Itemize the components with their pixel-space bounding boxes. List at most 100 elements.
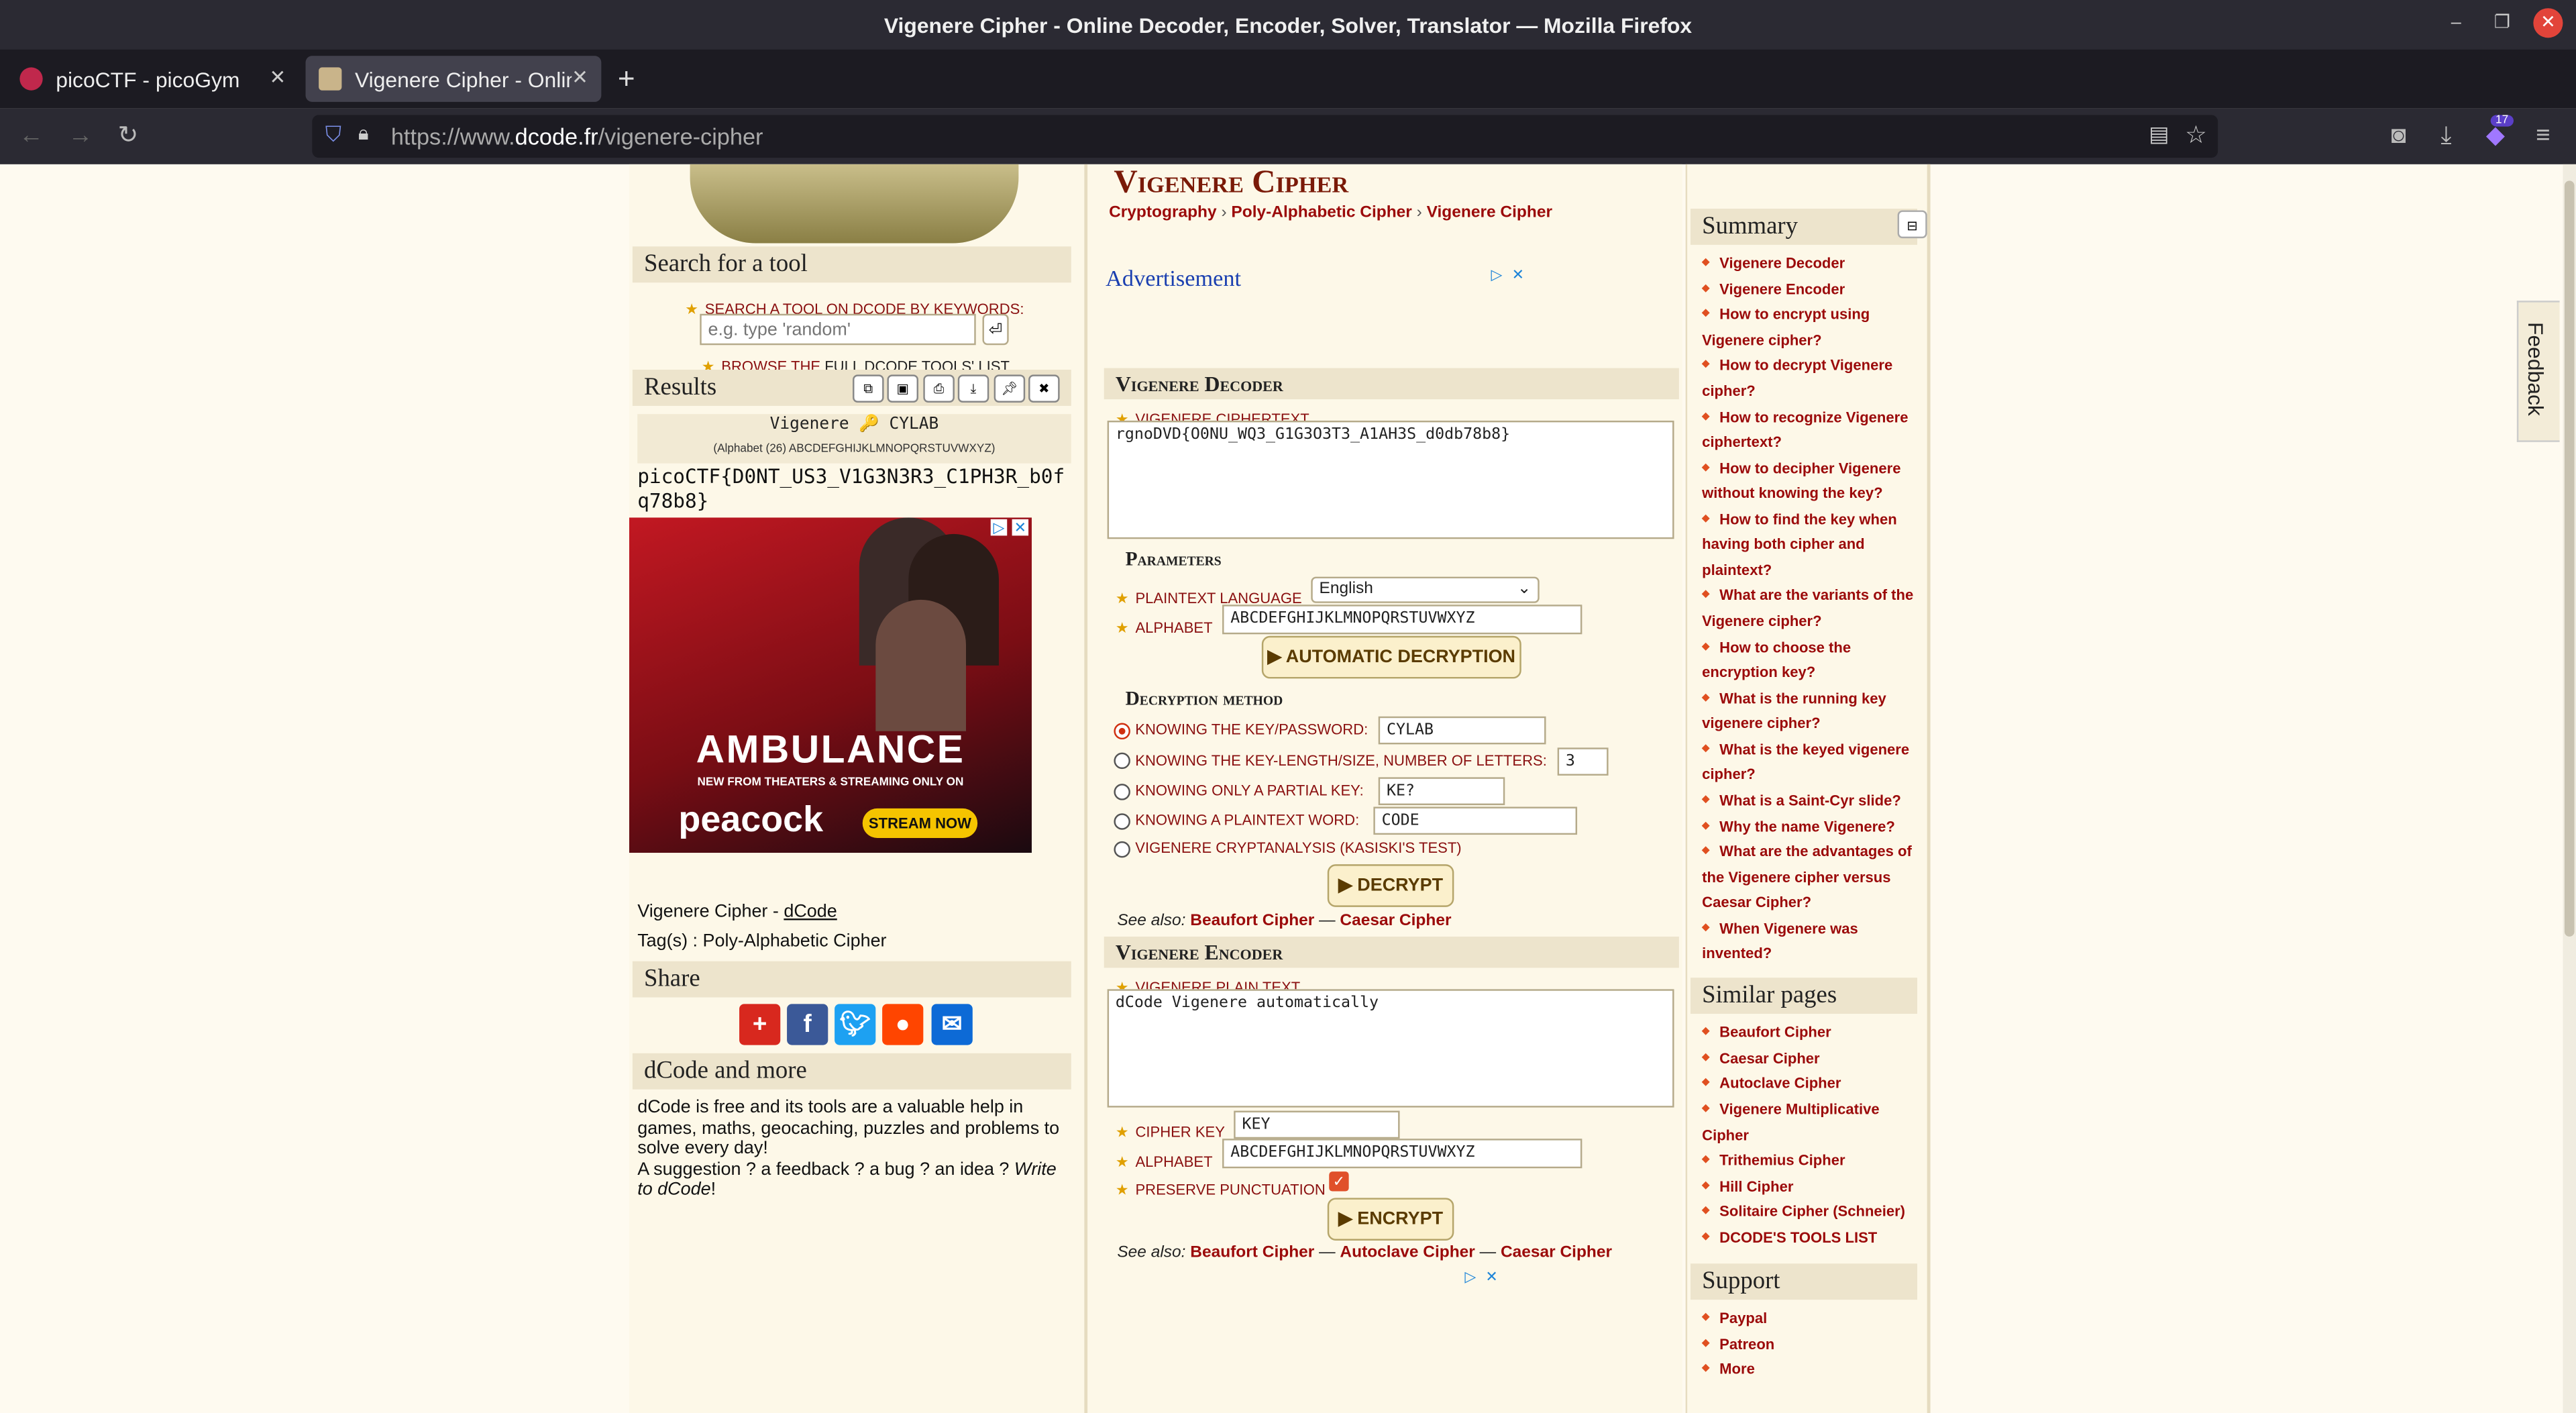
pocket-icon[interactable]: ◙ <box>2382 121 2415 151</box>
similar-item[interactable]: Autoclave Cipher <box>1702 1071 1919 1097</box>
copy-icon[interactable]: ⧉ <box>853 374 884 403</box>
facebook-icon[interactable]: f <box>787 1004 828 1045</box>
ad-close-icon[interactable]: ✕ <box>1483 1269 1499 1285</box>
download-icon[interactable]: ⤓ <box>957 374 989 403</box>
reddit-icon[interactable]: ● <box>882 1004 924 1045</box>
back-icon[interactable]: ← <box>15 121 48 151</box>
method-key-radio[interactable] <box>1114 723 1130 740</box>
share-add-icon[interactable]: + <box>739 1004 781 1045</box>
adchoices-icon[interactable]: ▷ <box>990 519 1008 536</box>
email-icon[interactable]: ✉ <box>931 1004 973 1045</box>
share-header: Share <box>632 961 1071 998</box>
language-select[interactable]: English ⌄ <box>1311 576 1540 603</box>
see-also-beaufort-link[interactable]: Beaufort Cipher <box>1190 1244 1314 1262</box>
twitter-icon[interactable]: 🐦︎ <box>835 1004 876 1045</box>
cipher-key-input[interactable]: KEY <box>1234 1110 1400 1139</box>
tab-vigenere[interactable]: Vigenere Cipher - Online ✕ <box>305 56 602 102</box>
minimize-icon[interactable]: – <box>2441 8 2471 38</box>
close-results-icon[interactable]: ✖ <box>1028 374 1060 403</box>
lock-icon[interactable]: 🔒︎ <box>358 121 369 146</box>
close-tab-icon[interactable]: ✕ <box>269 66 286 89</box>
plaintext-textarea[interactable] <box>1107 989 1674 1108</box>
forward-icon[interactable]: → <box>64 121 97 151</box>
similar-item[interactable]: DCODE'S TOOLS LIST <box>1702 1226 1919 1251</box>
keylength-input[interactable]: 3 <box>1557 747 1609 776</box>
ad-close-icon[interactable]: ✕ <box>1012 519 1029 536</box>
summary-item[interactable]: Vigenere Encoder <box>1702 277 1919 303</box>
tab-picoctf[interactable]: picoCTF - picoGym ✕ <box>7 56 299 102</box>
hamburger-menu-icon[interactable]: ≡ <box>2527 121 2560 151</box>
ad-close-icon[interactable]: ✕ <box>1510 266 1526 282</box>
print-icon[interactable]: ⎙ <box>923 374 955 403</box>
key-input[interactable]: CYLAB <box>1378 716 1546 745</box>
downloads-icon[interactable]: ⤓ <box>2430 121 2463 151</box>
summary-item[interactable]: How to recognize Vigenere ciphertext? <box>1702 405 1919 456</box>
plaintext-word-input[interactable]: CODE <box>1373 806 1578 835</box>
partial-key-input[interactable]: KE? <box>1378 777 1505 806</box>
summary-item[interactable]: What is a Saint-Cyr slide? <box>1702 788 1919 814</box>
encrypt-button[interactable]: ▶ ENCRYPT <box>1327 1198 1454 1241</box>
pin-icon[interactable]: 📌︎ <box>994 374 1026 403</box>
similar-item[interactable]: Vigenere Multiplicative Cipher <box>1702 1098 1919 1149</box>
summary-item[interactable]: How to encrypt using Vigenere cipher? <box>1702 303 1919 354</box>
alphabet-input[interactable]: ABCDEFGHIJKLMNOPQRSTUVWXYZ <box>1222 605 1582 635</box>
ad-subtitle: NEW FROM THEATERS & STREAMING ONLY ON <box>697 777 964 789</box>
search-tool-input[interactable] <box>700 313 976 346</box>
reload-icon[interactable]: ↻ <box>112 121 145 151</box>
summary-item[interactable]: What are the advantages of the Vigenere … <box>1702 840 1919 917</box>
close-tab-icon[interactable]: ✕ <box>572 66 588 89</box>
method-keylength-radio[interactable] <box>1114 752 1130 770</box>
reader-view-icon[interactable]: ▤ <box>2149 121 2169 148</box>
summary-item[interactable]: What is the running key vigenere cipher? <box>1702 686 1919 737</box>
dcode-link[interactable]: dCode <box>784 902 837 922</box>
support-paypal-link[interactable]: Paypal <box>1702 1306 1919 1332</box>
breadcrumb-vigenere[interactable]: Vigenere Cipher <box>1427 204 1552 222</box>
automatic-decryption-button[interactable]: ▶ AUTOMATIC DECRYPTION <box>1261 635 1521 679</box>
method-kasiski-radio[interactable] <box>1114 841 1130 858</box>
breadcrumb-poly-alphabetic[interactable]: Poly-Alphabetic Cipher <box>1231 204 1411 222</box>
see-also-caesar-link[interactable]: Caesar Cipher <box>1340 912 1451 930</box>
url-bar[interactable]: ⛉ 🔒︎ https://www.dcode.fr/vigenere-ciphe… <box>312 115 2218 158</box>
similar-item[interactable]: Solitaire Cipher (Schneier) <box>1702 1200 1919 1225</box>
ad-cta-button[interactable]: STREAM NOW <box>862 808 978 838</box>
summary-item[interactable]: How to decipher Vigenere without knowing… <box>1702 456 1919 507</box>
preserve-punctuation-checkbox[interactable]: ✓ <box>1329 1171 1349 1192</box>
method-partial-radio[interactable] <box>1114 784 1130 800</box>
ciphertext-textarea[interactable] <box>1107 420 1674 539</box>
breadcrumb-cryptography[interactable]: Cryptography <box>1109 204 1217 222</box>
advertisement-banner[interactable]: AMBULANCE NEW FROM THEATERS & STREAMING … <box>629 517 1032 853</box>
similar-item[interactable]: Hill Cipher <box>1702 1174 1919 1200</box>
similar-item[interactable]: Beaufort Cipher <box>1702 1020 1919 1046</box>
summary-item[interactable]: What are the variants of the Vigenere ci… <box>1702 584 1919 635</box>
see-also-caesar-link[interactable]: Caesar Cipher <box>1501 1244 1612 1262</box>
feedback-tab[interactable]: Feedback <box>2516 301 2560 442</box>
clipboard-icon[interactable]: ▣ <box>887 374 918 403</box>
summary-item[interactable]: What is the keyed vigenere cipher? <box>1702 737 1919 788</box>
collapse-summary-icon[interactable]: ⊟ <box>1897 210 1927 239</box>
support-patreon-link[interactable]: Patreon <box>1702 1332 1919 1357</box>
summary-item[interactable]: How to find the key when having both cip… <box>1702 507 1919 584</box>
new-tab-icon[interactable]: + <box>618 62 635 97</box>
decrypt-button[interactable]: ▶ DECRYPT <box>1327 864 1454 907</box>
tracking-shield-icon[interactable]: ⛉ <box>325 121 341 148</box>
bookmark-star-icon[interactable]: ☆ <box>2185 120 2207 150</box>
summary-item[interactable]: Vigenere Decoder <box>1702 252 1919 277</box>
similar-item[interactable]: Trithemius Cipher <box>1702 1149 1919 1174</box>
encoder-alphabet-input[interactable]: ABCDEFGHIJKLMNOPQRSTUVWXYZ <box>1222 1139 1582 1169</box>
result-plaintext[interactable]: picoCTF{D0NT_US3_V1G3N3R3_C1PH3R_b0fq78b… <box>637 465 1073 514</box>
see-also-autoclave-link[interactable]: Autoclave Cipher <box>1340 1244 1474 1262</box>
similar-item[interactable]: Caesar Cipher <box>1702 1046 1919 1071</box>
see-also-beaufort-link[interactable]: Beaufort Cipher <box>1190 912 1314 930</box>
method-plainword-radio[interactable] <box>1114 813 1130 830</box>
summary-item[interactable]: How to decrypt Vigenere cipher? <box>1702 354 1919 405</box>
support-more-link[interactable]: More <box>1702 1357 1919 1383</box>
close-window-icon[interactable]: ✕ <box>2533 8 2563 38</box>
summary-item[interactable]: When Vigenere was invented? <box>1702 917 1919 967</box>
adchoices-icon[interactable]: ▷ <box>1462 1269 1479 1285</box>
summary-item[interactable]: Why the name Vigenere? <box>1702 814 1919 839</box>
scrollbar-thumb[interactable] <box>2564 180 2575 937</box>
search-submit-button[interactable]: ⏎ <box>982 313 1009 346</box>
adchoices-icon[interactable]: ▷ <box>1489 266 1505 282</box>
maximize-icon[interactable]: ❐ <box>2487 8 2517 38</box>
summary-item[interactable]: How to choose the encryption key? <box>1702 635 1919 686</box>
